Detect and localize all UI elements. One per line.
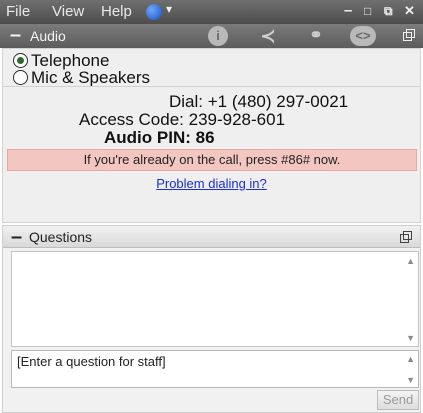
audio-pin-value: 86 bbox=[195, 128, 215, 147]
dial-number: +1 (480) 297-0021 bbox=[207, 92, 349, 111]
menu-view[interactable]: View bbox=[52, 3, 84, 20]
menu-help[interactable]: Help bbox=[101, 3, 132, 20]
audio-pin-line: Audio PIN: 86 bbox=[104, 128, 215, 148]
questions-log[interactable]: ▲ ▼ bbox=[11, 251, 419, 347]
access-code-value: 239-928-601 bbox=[188, 110, 286, 129]
audio-panel-header[interactable]: – Audio i ≺ ⚭ <> bbox=[0, 24, 423, 48]
collapse-audio-icon[interactable]: – bbox=[10, 24, 21, 46]
already-on-call-notice: If you're already on the call, press #86… bbox=[7, 149, 417, 171]
scroll-down-icon[interactable]: ▼ bbox=[406, 375, 415, 385]
scroll-up-icon[interactable]: ▲ bbox=[406, 256, 415, 266]
collapse-questions-icon[interactable]: – bbox=[11, 226, 22, 248]
questions-panel-header[interactable]: – Questions bbox=[3, 226, 420, 248]
chevron-down-icon[interactable]: ▾ bbox=[166, 2, 172, 16]
dial-label: Dial: bbox=[169, 92, 204, 111]
questions-panel-title: Questions bbox=[29, 229, 93, 245]
audio-pin-label: Audio PIN: bbox=[104, 128, 191, 147]
maximize-button[interactable]: □ bbox=[364, 4, 371, 18]
globe-icon[interactable] bbox=[146, 4, 162, 20]
info-icon[interactable]: i bbox=[208, 26, 228, 46]
access-code-line: Access Code: 239-928-601 bbox=[79, 110, 285, 130]
menu-bar: File View Help ▾ – □ ⧉ ✕ bbox=[0, 0, 423, 24]
questions-panel: – Questions ▲ ▼ [Enter a question for st… bbox=[2, 225, 421, 413]
embed-icon[interactable]: <> bbox=[350, 26, 376, 46]
mic-speakers-label: Mic & Speakers bbox=[31, 68, 151, 87]
problem-dialing-link-text[interactable]: Problem dialing in? bbox=[156, 176, 267, 191]
mic-speakers-option[interactable]: Mic & Speakers bbox=[13, 68, 150, 88]
menu-file[interactable]: File bbox=[6, 3, 30, 20]
divider bbox=[3, 86, 420, 87]
audio-panel-title: Audio bbox=[30, 28, 66, 44]
question-input[interactable]: [Enter a question for staff] ▲ ▼ bbox=[11, 350, 419, 388]
access-code-label: Access Code: bbox=[79, 110, 184, 129]
link-icon[interactable]: ⚭ bbox=[306, 26, 326, 46]
minimize-button[interactable]: – bbox=[344, 2, 352, 19]
scroll-up-icon[interactable]: ▲ bbox=[406, 354, 415, 364]
dial-line: Dial: +1 (480) 297-0021 bbox=[169, 92, 348, 112]
scroll-down-icon[interactable]: ▼ bbox=[406, 333, 415, 343]
popout-icon[interactable] bbox=[403, 29, 415, 41]
question-input-text: [Enter a question for staff] bbox=[17, 354, 166, 369]
popout-icon[interactable] bbox=[400, 231, 412, 243]
send-button[interactable]: Send bbox=[377, 390, 419, 410]
problem-dialing-link: Problem dialing in? bbox=[3, 176, 420, 191]
telephone-radio[interactable] bbox=[13, 53, 28, 69]
close-button[interactable]: ✕ bbox=[404, 3, 415, 19]
audio-panel-body: Telephone Mic & Speakers Dial: +1 (480) … bbox=[2, 48, 421, 223]
mic-speakers-radio[interactable] bbox=[13, 70, 28, 86]
share-icon[interactable]: ≺ bbox=[258, 26, 278, 46]
restore-button[interactable]: ⧉ bbox=[384, 4, 393, 19]
